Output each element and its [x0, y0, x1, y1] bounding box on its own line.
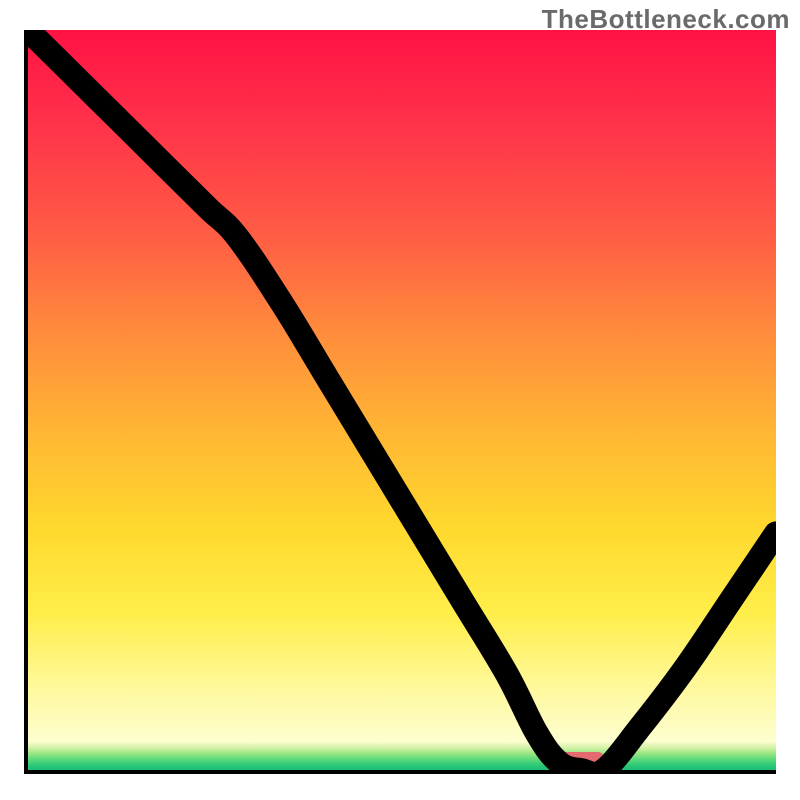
curve-path [28, 30, 776, 770]
plot-area [24, 30, 776, 774]
chart-frame: TheBottleneck.com [0, 0, 800, 800]
bottleneck-curve [28, 30, 776, 770]
plot-inner [28, 30, 776, 770]
